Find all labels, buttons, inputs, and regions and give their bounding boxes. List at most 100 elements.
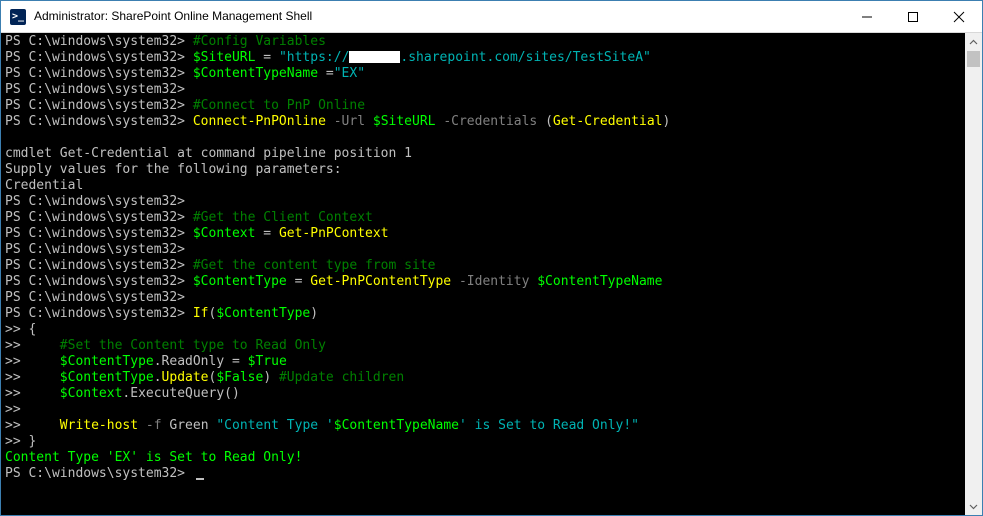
console-token: PS C:\windows\system32> (5, 98, 193, 113)
console-token: PS C:\windows\system32> (5, 210, 193, 225)
console-token: Get-PnPContext (278, 226, 389, 241)
console-token: #Connect to PnP Online (192, 98, 366, 113)
console-token: "https:// (278, 50, 350, 65)
vertical-scrollbar[interactable] (965, 33, 982, 515)
console-token: $ContentType (216, 306, 311, 321)
console-token: $Context (59, 386, 123, 401)
console-line: PS C:\windows\system32> #Get the Client … (5, 210, 373, 226)
console-token: $ContentType (192, 274, 287, 289)
console-token: = (255, 226, 279, 241)
console-token: "EX" (333, 66, 366, 81)
console-line: >> $ContentType.Update($False) #Update c… (5, 370, 404, 386)
console-line: Content Type 'EX' is Set to Read Only! (5, 450, 302, 466)
console-output[interactable]: PS C:\windows\system32> #Config Variable… (1, 33, 965, 515)
console-token: PS C:\windows\system32> (5, 274, 193, 289)
console-token: >> (5, 402, 21, 417)
console-token: #Get the Client Context (192, 210, 373, 225)
console-token: -Url (325, 114, 373, 129)
console-line: PS C:\windows\system32> (5, 466, 193, 482)
console-token: Get-PnPContentType (310, 274, 452, 289)
console-line: PS C:\windows\system32> $Context = Get-P… (5, 226, 389, 242)
console-token: $False (216, 370, 264, 385)
console-token: Credential (5, 178, 84, 193)
console-line: PS C:\windows\system32> (5, 194, 185, 210)
console-token: $ContentType (59, 354, 154, 369)
console-line: >> { (5, 322, 36, 338)
console-token: Green (169, 418, 217, 433)
console-token: = (286, 274, 311, 289)
console-line: Supply values for the following paramete… (5, 162, 342, 178)
console-token: $ContentType (59, 370, 154, 385)
close-icon (953, 11, 965, 22)
minimize-button[interactable] (844, 1, 890, 32)
console-token: PS C:\windows\system32> (5, 82, 186, 97)
console-token: .ExecuteQuery() (122, 386, 240, 401)
console-line: PS C:\windows\system32> #Config Variable… (5, 34, 326, 50)
console-token: ' is Set to Read Only!" (459, 418, 640, 433)
chevron-up-icon (969, 39, 978, 44)
powershell-icon[interactable]: >_ (10, 9, 26, 25)
console-token: ) (662, 114, 671, 129)
console-token: #Get the content type from site (192, 258, 436, 273)
console-token: = (255, 50, 279, 65)
console-token: PS C:\windows\system32> (5, 50, 193, 65)
console-token: >> (5, 418, 60, 433)
title-bar[interactable]: >_ Administrator: SharePoint Online Mana… (1, 1, 982, 33)
minimize-icon (862, 16, 872, 17)
console-token: >> (5, 386, 60, 401)
console-token: $ContentTypeName (333, 418, 459, 433)
console-token: $ContentTypeName (537, 274, 663, 289)
console-line: PS C:\windows\system32> $ContentType = G… (5, 274, 662, 290)
console-token: >> (5, 338, 60, 353)
scroll-down-button[interactable] (965, 498, 982, 515)
console-line: Credential (5, 178, 83, 194)
powershell-window: >_ Administrator: SharePoint Online Mana… (0, 0, 983, 516)
text-cursor (196, 478, 204, 480)
console-token: . (153, 370, 162, 385)
console-token: >> } (5, 434, 37, 449)
console-token: PS C:\windows\system32> (5, 466, 193, 481)
console-line: cmdlet Get-Credential at command pipelin… (5, 146, 412, 162)
console-token: Supply values for the following paramete… (5, 162, 342, 177)
console-token: Write-host (59, 418, 139, 433)
console-token: "Content Type ' (216, 418, 334, 433)
console-token: PS C:\windows\system32> (5, 194, 186, 209)
console-token: PS C:\windows\system32> (5, 66, 193, 81)
console-token: PS C:\windows\system32> (5, 290, 186, 305)
chevron-down-icon (969, 504, 978, 509)
console-line: PS C:\windows\system32> (5, 290, 185, 306)
console-token: -Credentials (435, 114, 546, 129)
scroll-up-button[interactable] (965, 33, 982, 50)
console-token: PS C:\windows\system32> (5, 226, 193, 241)
console-token: $ContentTypeName (192, 66, 319, 81)
console-line: >> $Context.ExecuteQuery() (5, 386, 240, 402)
console-token: >> { (5, 322, 37, 337)
console-token: PS C:\windows\system32> (5, 34, 193, 49)
console-token: ( (545, 114, 553, 129)
console-line: PS C:\windows\system32> If($ContentType) (5, 306, 318, 322)
console-line: PS C:\windows\system32> $ContentTypeName… (5, 66, 365, 82)
close-button[interactable] (936, 1, 982, 32)
console-token: Content Type 'EX' is Set to Read Only! (5, 450, 303, 465)
maximize-button[interactable] (890, 1, 936, 32)
console-token: $Context (192, 226, 256, 241)
console-line: PS C:\windows\system32> #Connect to PnP … (5, 98, 365, 114)
console-token: PS C:\windows\system32> (5, 258, 193, 273)
console-token: >> (5, 354, 60, 369)
console-line: >> $ContentType.ReadOnly = $True (5, 354, 287, 370)
console-token: If (192, 306, 209, 321)
console-token: #Config Variables (192, 34, 326, 49)
scroll-thumb[interactable] (967, 51, 980, 67)
console-token: $SiteURL (192, 50, 256, 65)
console-line: >> (5, 402, 21, 418)
console-line: PS C:\windows\system32> (5, 242, 185, 258)
redacted-text (349, 51, 401, 63)
console-token: #Set the Content type to Read Only (59, 338, 326, 353)
console-line: PS C:\windows\system32> (5, 82, 185, 98)
console-line: PS C:\windows\system32> #Get the content… (5, 258, 435, 274)
console-token: cmdlet Get-Credential at command pipelin… (5, 146, 412, 161)
console-line: >> } (5, 434, 36, 450)
console-token: Get-Credential (552, 114, 663, 129)
console-line: >> #Set the Content type to Read Only (5, 338, 326, 354)
console-line: >> Write-host -f Green "Content Type '$C… (5, 418, 639, 434)
